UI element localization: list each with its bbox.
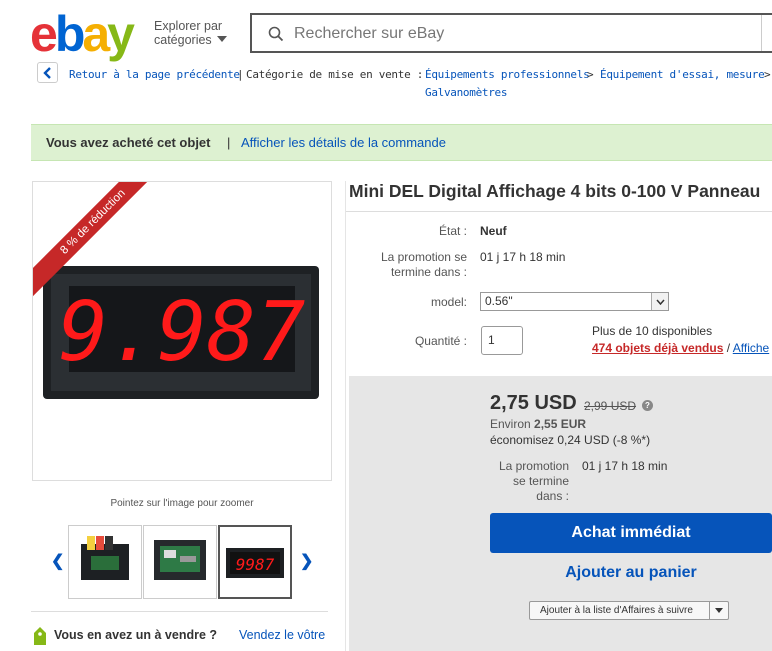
search-icon: [268, 26, 284, 42]
buybox-promo-value: 01 j 17 h 18 min: [582, 459, 668, 473]
buy-now-button[interactable]: Achat immédiat: [490, 513, 772, 553]
quantity-label: Quantité :: [414, 334, 467, 348]
promo-value: 01 j 17 h 18 min: [480, 250, 566, 264]
approx-value: 2,55 EUR: [534, 417, 587, 431]
condition-value: Neuf: [480, 224, 507, 238]
breadcrumb-item-galvanometers[interactable]: Galvanomètres: [425, 86, 508, 99]
original-price: 2,99 USD: [584, 399, 637, 413]
category-label: Catégorie de mise en vente :: [246, 68, 424, 81]
main-product-image[interactable]: 9.987 8 % de réduction: [32, 181, 332, 481]
sell-question: Vous en avez un à vendre ?: [54, 628, 218, 642]
breadcrumb-item-pro-equipment[interactable]: Équipements professionnels: [425, 68, 590, 81]
buybox-promo-line-1: La promotion: [498, 459, 569, 473]
explore-categories-button[interactable]: Explorer par catégories: [154, 19, 227, 47]
purchased-banner: Vous avez acheté cet objet | Afficher le…: [31, 124, 772, 161]
add-to-watchlist-button[interactable]: Ajouter à la liste d'Affaires à suivre: [529, 601, 729, 620]
thumbnail-3[interactable]: 9987: [218, 525, 292, 599]
search-box[interactable]: [250, 13, 772, 53]
thumbnail-1[interactable]: [68, 525, 142, 599]
thumbnail-image: [154, 540, 206, 580]
add-to-cart-button[interactable]: Ajouter au panier: [490, 562, 772, 584]
item-title: Mini DEL Digital Affichage 4 bits 0-100 …: [349, 181, 761, 201]
order-details-link[interactable]: Afficher les détails de la commande: [241, 125, 446, 161]
quantity-input[interactable]: 1: [481, 326, 523, 355]
condition-label: État :: [438, 224, 467, 238]
sold-separator: /: [726, 341, 731, 355]
back-button[interactable]: [37, 62, 58, 83]
show-sold-link[interactable]: Affiche: [733, 341, 769, 355]
led-digits: 9.987: [59, 285, 306, 380]
savings-text: économisez 0,24 USD (-8 %*): [490, 433, 651, 447]
promo-label-line-1: La promotion se: [380, 250, 467, 264]
banner-separator: |: [227, 135, 231, 150]
thumb-next-icon[interactable]: ❯: [300, 551, 313, 571]
buybox-promo-line-2: se termine: [512, 474, 569, 488]
chevron-down-icon: [216, 36, 227, 42]
explore-line-2-wrap: catégories: [154, 33, 227, 47]
zoom-tip: Pointez sur l'image pour zoomer: [110, 498, 254, 509]
purchased-text: Vous avez acheté cet objet: [46, 135, 211, 150]
breadcrumb-item-test-equipment[interactable]: Équipement d'essai, mesure: [600, 68, 765, 81]
explore-line-2: catégories: [154, 33, 212, 47]
thumbnail-2[interactable]: [143, 525, 217, 599]
price-tag-icon: [34, 627, 46, 645]
price: 2,75 USD: [490, 392, 577, 414]
thumbnail-image: 9987: [226, 548, 284, 578]
back-link[interactable]: Retour à la page précédente: [69, 68, 240, 81]
search-input[interactable]: [292, 21, 736, 47]
breadcrumb-arrow: >: [764, 68, 771, 81]
buybox-promo-label: La promotion se termine dans :: [482, 459, 569, 504]
sold-count-link[interactable]: 474 objets déjà vendus: [592, 341, 723, 355]
thumb-prev-icon[interactable]: ❮: [51, 551, 64, 571]
model-select[interactable]: 0.56": [480, 292, 669, 311]
model-selected-value: 0.56": [485, 294, 513, 308]
buybox-promo-line-3: dans :: [536, 489, 569, 503]
approx-price: Environ 2,55 EUR: [490, 417, 586, 431]
approx-prefix: Environ: [490, 417, 531, 431]
breadcrumb-separator: |: [237, 68, 244, 81]
help-icon[interactable]: ?: [642, 400, 653, 411]
promo-label-line-2: termine dans :: [390, 265, 467, 279]
chevron-down-icon[interactable]: [709, 602, 728, 619]
ebay-logo[interactable]: ebay: [30, 8, 135, 60]
search-divider: [761, 15, 762, 51]
watchlist-label: Ajouter à la liste d'Affaires à suivre: [540, 605, 693, 616]
breadcrumb-arrow: >: [587, 68, 594, 81]
chevron-down-icon: [651, 293, 668, 310]
explore-line-1: Explorer par: [154, 19, 223, 33]
column-divider: [345, 181, 346, 651]
sell-link[interactable]: Vendez le vôtre: [239, 628, 325, 642]
sold-info: 474 objets déjà vendus / Affiche: [592, 341, 769, 356]
divider: [31, 611, 328, 612]
chevron-left-icon: [42, 66, 51, 79]
model-label: model:: [430, 295, 467, 309]
thumb-digits: 9987: [236, 555, 275, 574]
title-divider: [346, 211, 772, 212]
promo-label: La promotion se termine dans :: [350, 250, 467, 280]
thumbnail-image: [81, 536, 129, 580]
availability-text: Plus de 10 disponibles: [592, 324, 713, 338]
